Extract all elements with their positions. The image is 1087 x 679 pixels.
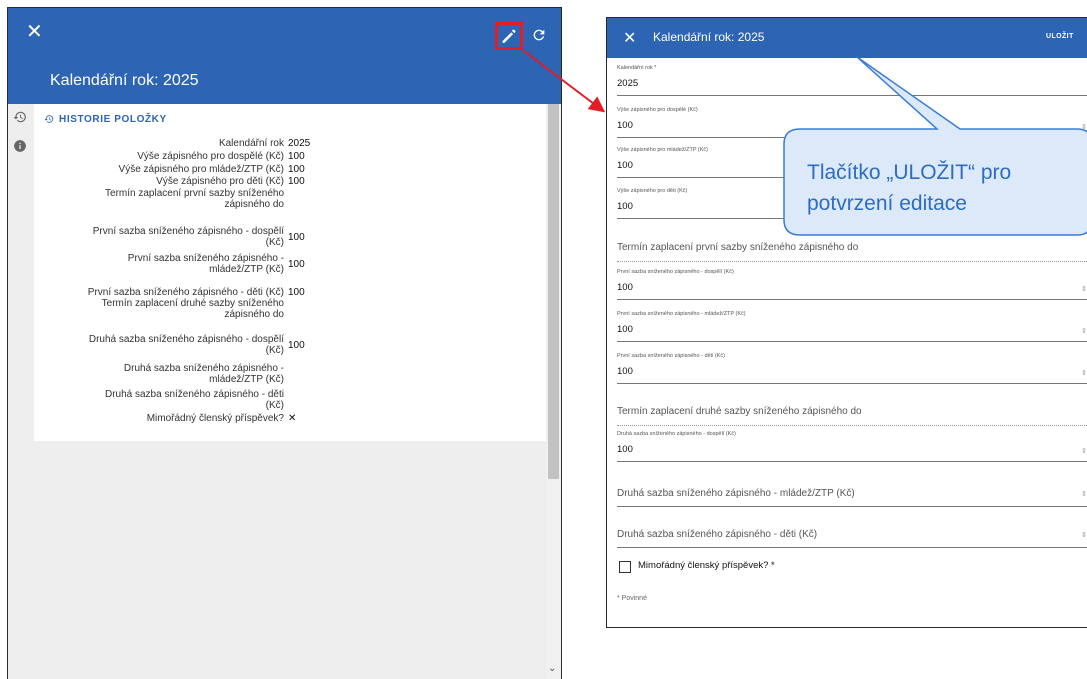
detail-label-line: (Kč) [265,344,284,356]
form-field[interactable]: První sazba sníženého zápisného - děti (… [617,353,1087,384]
detail-value: 100 [288,164,305,175]
stepper-icon[interactable]: ⇕ [1081,163,1087,171]
detail-label-line: zápisného do [224,198,285,210]
history-heading: HISTORIE POLOŽKY [44,114,167,125]
save-button[interactable]: ULOŽIT [1046,33,1074,40]
date-field-second-rate[interactable]: Termín zaplacení druhé sazby sníženého z… [617,406,1087,426]
field-placeholder: Druhá sazba sníženého zápisného - děti (… [617,529,818,540]
stepper-icon[interactable]: ⇕ [1081,204,1087,212]
edit-form-panel: ✕ Kalendářní rok: 2025 ULOŽIT Termín zap… [606,17,1087,628]
field-value[interactable]: 100 [617,366,633,377]
pencil-icon[interactable] [498,25,520,47]
second-rate-children-field[interactable]: Druhá sazba sníženého zápisného - děti (… [617,529,1087,548]
field-value[interactable]: 100 [617,324,633,335]
detail-label: Termín zaplacení druhé sazby sníženého zá… [84,298,285,320]
history-icon [44,115,54,123]
date-field-first-rate[interactable]: Termín zaplacení první sazby sníženého z… [617,242,1087,262]
stepper-icon[interactable]: ⇕ [1081,531,1087,539]
detail-value: 100 [288,176,305,187]
detail-label-line: Druhá sazba sníženého zápisného - dospěl… [88,334,284,345]
detail-label: První sazba sníženého zápisného - mládež/… [84,253,284,275]
stepper-icon[interactable]: ⇕ [1081,285,1087,293]
detail-label: Výše zápisného pro mládež/ZTP (Kč) [118,164,284,175]
side-icon-rail [8,104,34,679]
refresh-icon[interactable] [531,27,547,43]
detail-label-line: První sazba sníženého zápisného - [127,253,284,264]
detail-label: Výše zápisného pro děti (Kč) [156,176,284,187]
field-label: První sazba sníženého zápisného - dospěl… [617,269,734,275]
detail-label: První sazba sníženého zápisného - děti (… [87,287,284,298]
close-icon[interactable]: ✕ [623,28,636,48]
stepper-icon[interactable]: ⇕ [1081,327,1087,335]
form-field[interactable]: První sazba sníženého zápisného - dospěl… [617,269,1087,300]
field-label: Výše zápisného pro mládež/ZTP (Kč) [617,147,708,153]
field-label: První sazba sníženého zápisného - mládež… [617,311,746,317]
form-field[interactable]: Druhá sazba sníženého zápisného - dospěl… [617,431,1087,462]
detail-label-line: zápisného do [224,308,285,320]
required-note: * Povinné [617,595,647,602]
form-field[interactable]: Kalendářní rok * 2025 [617,65,1087,96]
detail-label-line: mládež/ZTP (Kč) [209,373,284,385]
panel-title: Kalendářní rok: 2025 [653,30,765,44]
detail-value: 100 [288,151,305,162]
scrollbar-thumb[interactable] [548,104,559,479]
detail-label: Druhá sazba sníženého zápisného - děti (K… [84,389,284,411]
detail-label-line: Druhá sazba sníženého zápisného - děti [104,389,284,400]
detail-label-line: (Kč) [265,399,284,411]
field-value[interactable]: 100 [617,201,633,212]
detail-value: 100 [288,232,305,243]
detail-label: Termín zaplacení první sazby sníženého zá… [84,188,285,210]
history-icon[interactable] [13,110,27,124]
detail-value: ✕ [288,413,297,424]
form-field[interactable]: První sazba sníženého zápisného - mládež… [617,311,1087,342]
field-placeholder: Druhá sazba sníženého zápisného - mládež… [617,488,855,499]
detail-label: Mimořádný členský příspěvek? [146,413,284,424]
detail-value: 100 [288,259,305,270]
detail-value: 2025 [288,138,311,149]
field-label: První sazba sníženého zápisného - děti (… [617,353,725,359]
stepper-icon[interactable]: ⇕ [1081,369,1087,377]
item-detail-panel: ✕ Kalendářní rok: 2025 HISTORIE POLOŽKY … [7,7,562,679]
detail-label-line: Druhá sazba sníženého zápisného - [123,363,284,374]
detail-label-line: Termín zaplacení první sazby sníženého [105,188,284,199]
detail-value: 100 [288,287,305,298]
field-value[interactable]: 100 [617,120,633,131]
checkbox-label: Mimořádný členský příspěvek? * [638,560,775,571]
field-value[interactable]: 100 [617,282,633,293]
detail-label: Druhá sazba sníženého zápisného - dospěl… [84,334,284,356]
detail-value: 100 [288,340,305,351]
close-icon[interactable]: ✕ [26,22,43,42]
panel-title: Kalendářní rok: 2025 [50,72,199,89]
detail-label-line: Termín zaplacení druhé sazby sníženého [101,298,284,309]
scroll-down-icon[interactable]: ⌄ [548,663,556,674]
field-value[interactable]: 100 [617,444,633,455]
second-rate-youth-field[interactable]: Druhá sazba sníženého zápisného - mládež… [617,488,1087,507]
detail-label-line: První sazba sníženého zápisného - dospěl… [92,226,284,237]
detail-label: Kalendářní rok [218,138,284,149]
date-field-label: Termín zaplacení první sazby sníženého z… [617,242,859,253]
date-field-label: Termín zaplacení druhé sazby sníženého z… [617,406,862,417]
detail-label: Výše zápisného pro dospělé (Kč) [137,151,284,162]
detail-label-line: (Kč) [265,236,284,248]
field-label: Výše zápisného pro děti (Kč) [617,188,688,194]
callout-text: Tlačítko „ULOŽIT“ pro potvrzení editace [807,161,1012,215]
extraordinary-fee-checkbox[interactable] [619,561,631,573]
field-label: Druhá sazba sníženého zápisného - dospěl… [617,431,736,437]
field-label: Výše zápisného pro dospělé (Kč) [617,107,698,113]
detail-label: První sazba sníženého zápisného - dospěl… [84,226,284,248]
stepper-icon[interactable]: ⇕ [1081,447,1087,455]
detail-label: Druhá sazba sníženého zápisného - mládež/… [84,363,284,385]
info-icon[interactable] [13,139,27,153]
field-label: Kalendářní rok * [617,65,657,71]
field-value[interactable]: 100 [617,160,633,171]
edit-button-highlight[interactable] [495,22,523,50]
detail-label-line: mládež/ZTP (Kč) [209,263,284,275]
stepper-icon[interactable]: ⇕ [1081,123,1087,131]
field-value[interactable]: 2025 [617,78,638,89]
form-field[interactable]: Výše zápisného pro dospělé (Kč) 100 ⇕ [617,107,1087,138]
history-heading-label: HISTORIE POLOŽKY [59,114,167,125]
stepper-icon[interactable]: ⇕ [1081,490,1087,498]
